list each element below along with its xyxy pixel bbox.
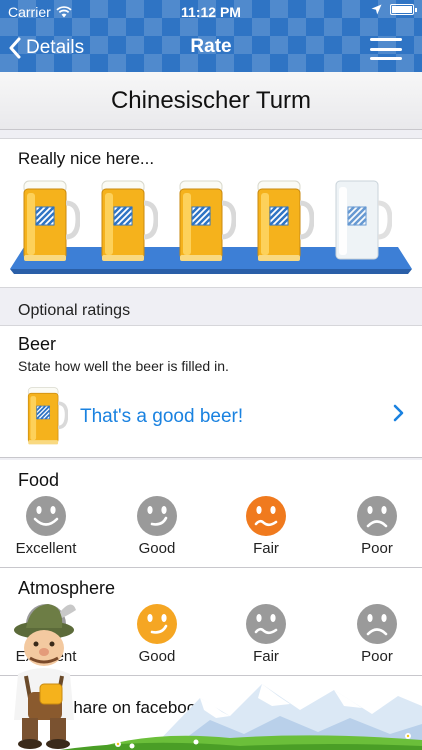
chevron-left-icon <box>9 37 21 59</box>
atmosphere-option-fair[interactable]: Fair <box>226 602 306 666</box>
nav-bar: Details Rate <box>0 24 422 72</box>
atmosphere-option-label: Good <box>138 648 176 665</box>
beer-mug-rating <box>18 179 398 269</box>
smiley-happy-icon <box>24 494 68 538</box>
bavarian-mascot-decoration <box>14 604 76 749</box>
beer-mug-5[interactable] <box>330 179 392 263</box>
location-arrow-icon <box>371 4 382 15</box>
chevron-right-icon <box>393 404 404 422</box>
main-rating-panel: Really nice here... <box>0 138 422 288</box>
atmosphere-option-label: Poor <box>361 648 393 665</box>
main-rating-text: Really nice here... <box>18 149 155 168</box>
back-button[interactable]: Details <box>8 24 84 72</box>
menu-line <box>370 38 402 41</box>
beer-mug-1[interactable] <box>18 179 80 263</box>
beer-fill-row[interactable]: That's a good beer! <box>0 382 422 452</box>
beer-hint: State how well the beer is filled in. <box>18 358 229 374</box>
back-button-label: Details <box>26 37 85 58</box>
smiley-good-icon <box>135 602 179 646</box>
place-title: Chinesischer Turm <box>0 72 422 130</box>
beer-mug-2[interactable] <box>96 179 158 263</box>
smiley-fair-icon <box>244 494 288 538</box>
food-option-label: Poor <box>361 540 393 557</box>
smiley-good-icon <box>135 494 179 538</box>
optional-ratings-header: Optional ratings <box>0 296 422 326</box>
food-option-fair[interactable]: Fair <box>226 494 306 558</box>
beer-fill-label: That's a good beer! <box>80 406 244 427</box>
beer-mug-icon <box>24 386 68 446</box>
food-option-label: Good <box>138 540 176 557</box>
food-option-good[interactable]: Good <box>117 494 197 558</box>
status-right-group <box>371 4 417 15</box>
status-bar: Carrier 11:12 PM <box>0 0 422 24</box>
food-option-excellent[interactable]: Excellent <box>6 494 86 558</box>
smiley-sad-icon <box>355 494 399 538</box>
smiley-sad-icon <box>355 602 399 646</box>
smiley-fair-icon <box>244 602 288 646</box>
menu-line <box>370 47 402 51</box>
beer-section: Beer State how well the beer is filled i… <box>0 326 422 458</box>
food-option-label: Excellent <box>15 540 77 557</box>
atmosphere-option-label: Fair <box>253 648 279 665</box>
beer-mug-4[interactable] <box>252 179 314 263</box>
food-option-label: Fair <box>253 540 279 557</box>
beer-mug-3[interactable] <box>174 179 236 263</box>
beer-heading: Beer <box>18 334 57 354</box>
menu-line <box>370 57 402 60</box>
food-option-poor[interactable]: Poor <box>337 494 417 558</box>
status-time: 11:12 PM <box>181 4 241 20</box>
battery-icon <box>390 4 417 15</box>
food-heading: Food <box>18 470 60 490</box>
atmosphere-option-poor[interactable]: Poor <box>337 602 417 666</box>
top-bar: Carrier 11:12 PM Details Rate <box>0 0 422 72</box>
hamburger-menu-icon[interactable] <box>370 38 402 60</box>
atmosphere-option-good[interactable]: Good <box>117 602 197 666</box>
food-section: Food Excellent Good Fair Poor <box>0 460 422 568</box>
